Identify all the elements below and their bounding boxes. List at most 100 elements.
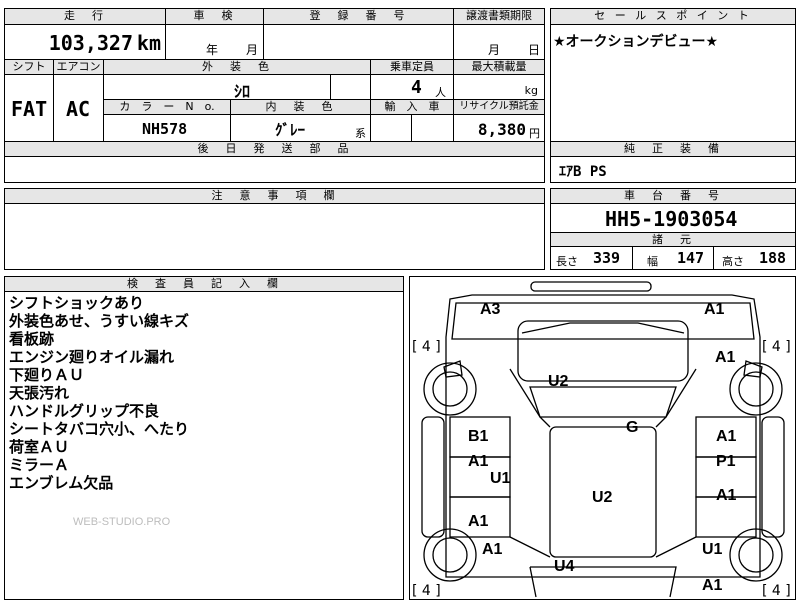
later-parts-header: 後 日 発 送 部 品 — [4, 141, 545, 157]
list-item: 荷室ＡＵ — [9, 438, 70, 456]
tire-mark-front-right: [ 4 ] — [762, 339, 791, 355]
recycle-fee-unit: 円 — [529, 127, 540, 140]
inspector-notes-cell: シフトショックあり 外装色あせ、うすい線キズ 看板跡 エンジン廻りオイル漏れ 下… — [4, 291, 404, 600]
exterior-color-extra — [330, 74, 371, 100]
registration-header: 登 録 番 号 — [263, 8, 454, 25]
later-parts-cell — [4, 156, 545, 183]
damage-mark: A1 — [716, 487, 737, 504]
inspection-header: 車 検 — [165, 8, 264, 25]
interior-color-suffix: 系 — [355, 127, 366, 140]
recycle-fee-cell: 8,380 円 — [453, 114, 545, 142]
list-item: 外装色あせ、うすい線キズ — [9, 312, 190, 330]
capacity-value: 4 — [411, 77, 422, 98]
height-value: 188 — [759, 249, 787, 267]
list-item: エンジン廻りオイル漏れ — [9, 348, 175, 366]
damage-mark: U1 — [490, 470, 511, 487]
damage-mark: P1 — [716, 453, 736, 470]
length-value: 339 — [593, 249, 621, 267]
notes-cell — [4, 203, 545, 270]
mileage-cell: 103,327 km — [4, 24, 166, 60]
chassis-no-header: 車 台 番 号 — [550, 188, 796, 204]
list-item: ハンドルグリップ不良 — [9, 402, 160, 420]
color-no-header: カ ラ ー N o. — [103, 99, 231, 115]
recycle-fee-header: リサイクル預託金 — [453, 99, 545, 115]
transfer-deadline-header: 譲渡書類期限 — [453, 8, 545, 25]
tire-mark-rear-left: [ 4 ] — [412, 583, 441, 599]
list-item: 下廻りＡＵ — [9, 366, 85, 384]
damage-mark: A1 — [702, 577, 723, 594]
list-item: エンブレム欠品 — [9, 474, 114, 492]
sales-point-text: ★オークションデビュー★ — [553, 34, 719, 50]
car-diagram-panel: [ 4 ] [ 4 ] [ 4 ] [ 4 ] A3 A1 A1 U2 G B1… — [409, 276, 796, 600]
aircon-value: AC — [66, 97, 91, 121]
capacity-header: 乗車定員 — [370, 59, 454, 75]
spec-width-cell: 幅 147 — [632, 246, 714, 270]
mileage-header: 走 行 — [4, 8, 166, 25]
damage-mark: A1 — [704, 301, 725, 318]
shift-cell: FAT — [4, 74, 54, 142]
width-label: 幅 — [647, 255, 658, 268]
capacity-cell: 4 人 — [370, 74, 454, 100]
damage-mark: A1 — [468, 513, 489, 530]
list-item: 看板跡 — [9, 330, 55, 348]
height-label: 高さ — [722, 255, 744, 268]
mileage-value: 103,327 — [48, 31, 133, 55]
genuine-equip-header: 純 正 装 備 — [550, 141, 796, 157]
interior-color-header: 内 装 色 — [230, 99, 371, 115]
transfer-month-label: 月 — [488, 43, 501, 57]
damage-mark: A1 — [482, 541, 503, 558]
max-load-unit: kg — [524, 84, 538, 97]
mileage-unit: km — [136, 31, 161, 55]
interior-color-cell: ｸﾞﾚｰ 系 — [230, 114, 371, 142]
damage-mark: A1 — [715, 349, 736, 366]
genuine-equip-cell: ｴｱB PS — [550, 156, 796, 183]
inspector-header: 検 査 員 記 入 欄 — [4, 276, 404, 292]
shift-value: FAT — [11, 97, 48, 121]
genuine-equip-value: ｴｱB PS — [559, 164, 607, 180]
spec-height-cell: 高さ 188 — [713, 246, 796, 270]
chassis-no-value: HH5-1903054 — [605, 207, 738, 231]
inspection-cell: 年 月 — [165, 24, 264, 60]
damage-mark: U4 — [554, 558, 575, 575]
exterior-color-header: 外 装 色 — [103, 59, 371, 75]
transfer-deadline-cell: 月 日 — [453, 24, 545, 60]
import-cell-a — [370, 114, 412, 142]
import-cell-b — [411, 114, 454, 142]
watermark: WEB-STUDIO.PRO — [73, 516, 171, 528]
transfer-day-label: 日 — [528, 43, 541, 57]
aircon-header: エアコン — [53, 59, 104, 75]
damage-mark: A1 — [468, 453, 489, 470]
damage-mark: U1 — [702, 541, 723, 558]
color-no-value: NH578 — [142, 120, 188, 138]
aircon-cell: AC — [53, 74, 104, 142]
inspector-notes-list: シフトショックあり 外装色あせ、うすい線キズ 看板跡 エンジン廻りオイル漏れ 下… — [9, 294, 189, 492]
capacity-unit: 人 — [435, 86, 446, 99]
sales-point-cell: ★オークションデビュー★ — [550, 24, 796, 142]
chassis-no-cell: HH5-1903054 — [550, 203, 796, 233]
tire-mark-front-left: [ 4 ] — [412, 339, 441, 355]
color-no-cell: NH578 — [103, 114, 231, 142]
damage-mark: A3 — [480, 301, 501, 318]
max-load-header: 最大積載量 — [453, 59, 545, 75]
list-item: 天張汚れ — [9, 384, 70, 402]
list-item: シートタバコ穴小、へたり — [9, 420, 190, 438]
registration-cell — [263, 24, 454, 60]
damage-mark: U2 — [548, 373, 569, 390]
tire-mark-rear-right: [ 4 ] — [762, 583, 791, 599]
damage-mark: U2 — [592, 489, 613, 506]
specs-header: 諸 元 — [550, 232, 796, 247]
damage-mark: A1 — [716, 428, 737, 445]
damage-mark: G — [626, 419, 639, 436]
interior-color-value: ｸﾞﾚｰ — [275, 121, 306, 139]
shift-header: シフト — [4, 59, 54, 75]
damage-mark: B1 — [468, 428, 489, 445]
width-value: 147 — [677, 249, 705, 267]
exterior-color-value: ｼﾛ — [234, 82, 251, 100]
notes-header: 注 意 事 項 欄 — [4, 188, 545, 204]
length-label: 長さ — [556, 255, 578, 268]
inspection-year-label: 年 — [206, 43, 219, 57]
recycle-fee-value: 8,380 — [477, 120, 526, 139]
sales-point-header: セ ー ル ス ポ イ ン ト — [550, 8, 796, 25]
max-load-cell: kg — [453, 74, 545, 100]
list-item: シフトショックあり — [9, 294, 145, 312]
